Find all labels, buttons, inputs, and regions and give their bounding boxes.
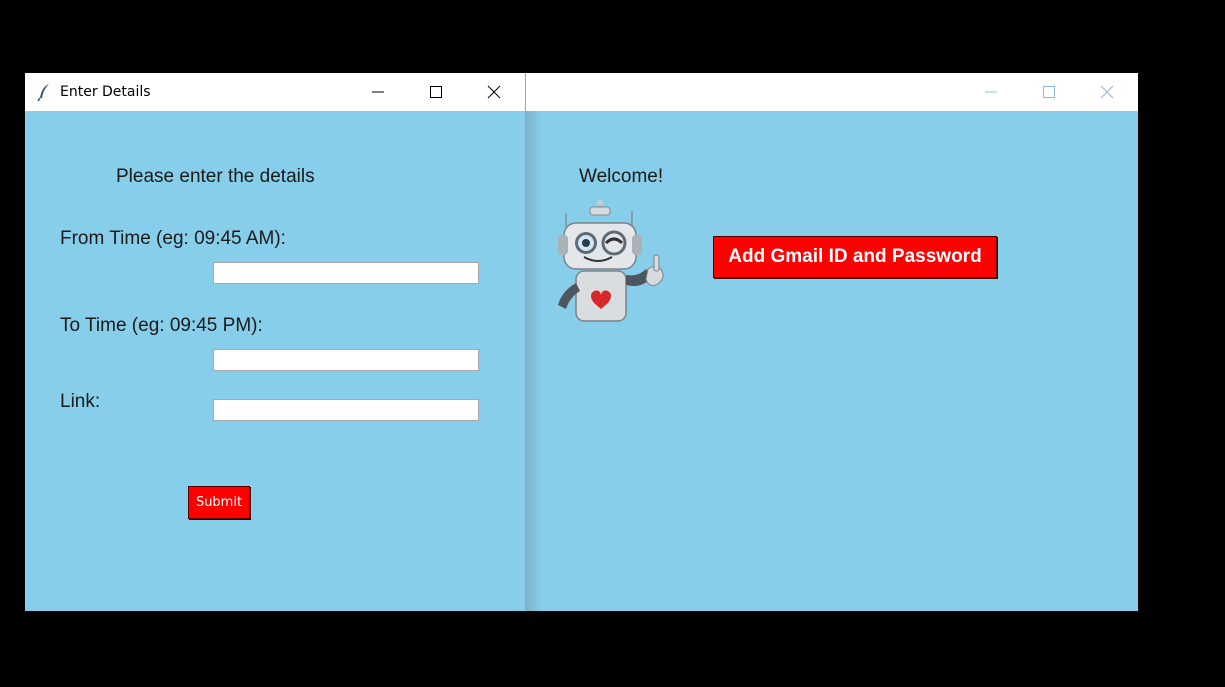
maximize-icon [430,86,442,98]
welcome-label: Welcome! [579,166,664,187]
close-icon [487,85,501,99]
maximize-icon [1043,86,1055,98]
welcome-window: Welcome! Add Gmail ID and Password [526,73,1138,611]
robot-illustration [558,200,664,322]
form-heading: Please enter the details [116,166,315,187]
maximize-button[interactable] [407,73,465,111]
link-label: Link: [60,391,101,412]
to-time-input[interactable] [213,349,479,371]
minimize-button[interactable] [962,73,1020,111]
enter-details-window: Enter Details Please enter the details F… [25,73,525,611]
close-button[interactable] [1078,73,1136,111]
feather-icon [37,84,49,102]
from-time-label: From Time (eg: 09:45 AM): [60,228,286,249]
welcome-window-titlebar[interactable] [526,73,1138,111]
window-shadow [526,111,542,611]
minimize-icon [985,91,997,93]
close-icon [1100,85,1114,99]
add-gmail-button[interactable]: Add Gmail ID and Password [713,236,997,278]
to-time-label: To Time (eg: 09:45 PM): [60,315,263,336]
maximize-button[interactable] [1020,73,1078,111]
submit-button[interactable]: Submit [188,486,250,519]
minimize-button[interactable] [349,73,407,111]
from-time-input[interactable] [213,262,479,284]
enter-details-titlebar[interactable]: Enter Details [25,73,525,111]
minimize-icon [372,91,384,93]
window-title: Enter Details [60,84,151,100]
close-button[interactable] [465,73,523,111]
link-input[interactable] [213,399,479,421]
